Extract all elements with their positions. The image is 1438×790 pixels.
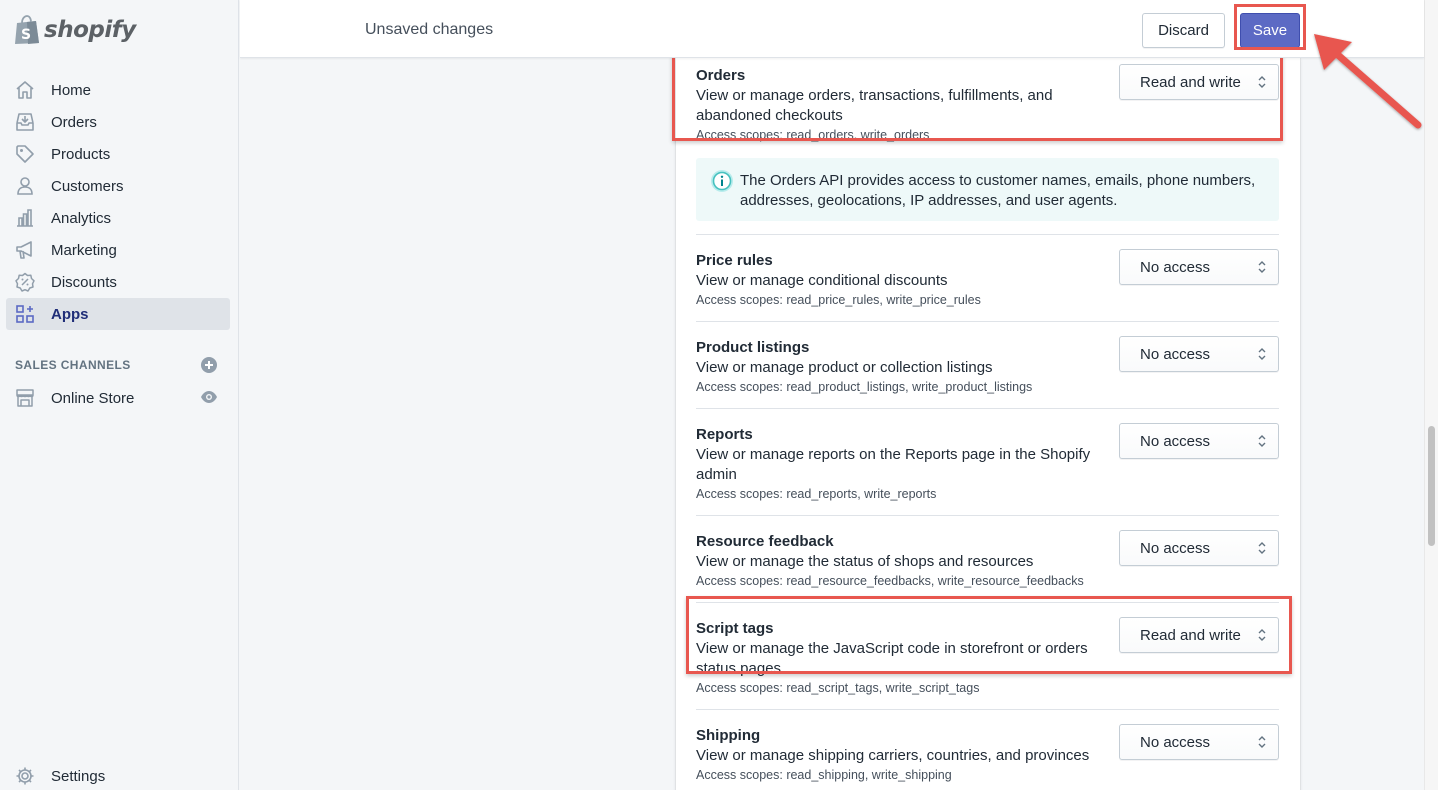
sidebar-item-products[interactable]: Products [6, 138, 230, 170]
sidebar-item-analytics[interactable]: Analytics [6, 202, 230, 234]
shopping-bag-icon: S [15, 15, 39, 44]
permission-row-reports: Reports View or manage reports on the Re… [696, 408, 1279, 503]
sidebar-item-label: Discounts [51, 273, 117, 291]
permission-description: View or manage shipping carriers, countr… [696, 747, 1090, 764]
select-value: No access [1140, 258, 1211, 276]
access-select-resource-feedback[interactable]: No access [1119, 530, 1279, 566]
orders-icon [15, 112, 35, 132]
analytics-icon [15, 208, 35, 228]
sidebar-item-label: Marketing [51, 241, 117, 259]
sidebar-item-settings[interactable]: Settings [6, 760, 230, 790]
sidebar-item-home[interactable]: Home [6, 74, 230, 106]
permission-row-price-rules: Price rules View or manage conditional d… [696, 234, 1279, 309]
sidebar-item-marketing[interactable]: Marketing [6, 234, 230, 266]
permission-description: View or manage conditional discounts [696, 272, 948, 289]
access-select-price-rules[interactable]: No access [1119, 249, 1279, 285]
sidebar-item-orders[interactable]: Orders [6, 106, 230, 138]
info-banner-text: The Orders API provides access to custom… [740, 172, 1256, 209]
sidebar-item-label: Settings [51, 767, 106, 785]
save-highlight-box [1234, 4, 1306, 50]
select-value: Read and write [1140, 626, 1241, 644]
permission-scopes: Access scopes: read_orders, write_orders [696, 128, 930, 142]
select-value: No access [1140, 345, 1211, 363]
access-select-reports[interactable]: No access [1119, 423, 1279, 459]
eye-icon[interactable] [200, 390, 218, 404]
apps-icon [15, 304, 35, 324]
discard-button[interactable]: Discard [1142, 13, 1225, 48]
sidebar-item-customers[interactable]: Customers [6, 170, 230, 202]
sidebar-item-label: Products [51, 145, 111, 163]
permission-row-resource-feedback: Resource feedback View or manage the sta… [696, 515, 1279, 590]
sidebar: S shopify Home Orders Products Customers… [0, 0, 239, 790]
permission-row-orders: Orders View or manage orders, transactio… [696, 64, 1279, 144]
permission-scopes: Access scopes: read_price_rules, write_p… [696, 293, 981, 307]
select-chevron-icon [1258, 76, 1266, 88]
scrollbar-thumb[interactable] [1428, 426, 1435, 546]
select-chevron-icon [1258, 348, 1266, 360]
select-value: No access [1140, 432, 1211, 450]
sidebar-item-label: Apps [51, 305, 89, 323]
main-nav: Home Orders Products Customers Analytics [6, 74, 230, 330]
store-icon [15, 388, 35, 408]
access-select-shipping[interactable]: No access [1119, 724, 1279, 760]
sales-channels-header: SALES CHANNELS [15, 356, 218, 374]
permission-description: View or manage reports on the Reports pa… [696, 446, 1091, 483]
annotation-arrow [1314, 34, 1422, 129]
info-icon [711, 170, 733, 192]
shopify-logo[interactable]: S shopify [14, 14, 136, 46]
select-chevron-icon [1258, 736, 1266, 748]
sales-channels-title: SALES CHANNELS [15, 358, 131, 372]
permission-description: View or manage orders, transactions, ful… [696, 87, 1053, 124]
permission-row-script-tags: Script tags View or manage the JavaScrip… [696, 602, 1279, 697]
select-chevron-icon [1258, 542, 1266, 554]
select-value: Read and write [1140, 73, 1241, 91]
permission-row-product-listings: Product listings View or manage product … [696, 321, 1279, 396]
gear-icon [15, 766, 35, 786]
person-icon [15, 176, 35, 196]
permission-description: View or manage the status of shops and r… [696, 553, 1034, 570]
select-value: No access [1140, 539, 1211, 557]
settings-nav: Settings [6, 760, 230, 790]
permission-scopes: Access scopes: read_reports, write_repor… [696, 487, 937, 501]
access-select-script-tags[interactable]: Read and write [1119, 617, 1279, 653]
orders-api-info-banner: The Orders API provides access to custom… [696, 158, 1279, 221]
access-select-product-listings[interactable]: No access [1119, 336, 1279, 372]
sidebar-item-label: Analytics [51, 209, 112, 227]
permission-scopes: Access scopes: read_script_tags, write_s… [696, 681, 980, 695]
sidebar-item-apps[interactable]: Apps [6, 298, 230, 330]
sales-channel-list: Online Store [6, 382, 230, 414]
contextual-save-bar: Unsaved changes Discard Save [240, 0, 1424, 58]
select-chevron-icon [1258, 261, 1266, 273]
sidebar-item-discounts[interactable]: Discounts [6, 266, 230, 298]
permission-description: View or manage the JavaScript code in st… [696, 640, 1088, 677]
discount-icon [15, 272, 35, 292]
sidebar-item-online-store[interactable]: Online Store [6, 382, 230, 414]
permission-scopes: Access scopes: read_product_listings, wr… [696, 380, 1033, 394]
select-chevron-icon [1258, 435, 1266, 447]
svg-text:S: S [21, 27, 31, 43]
sidebar-item-label: Orders [51, 113, 97, 131]
permission-row-shipping: Shipping View or manage shipping carrier… [696, 709, 1279, 784]
add-channel-icon[interactable] [200, 356, 218, 374]
access-select-orders[interactable]: Read and write [1119, 64, 1279, 100]
select-chevron-icon [1258, 629, 1266, 641]
sidebar-item-label: Online Store [51, 389, 135, 407]
sidebar-item-label: Customers [51, 177, 124, 195]
permission-scopes: Access scopes: read_shipping, write_ship… [696, 768, 952, 782]
app-permissions-card: Orders View or manage orders, transactio… [676, 58, 1300, 790]
permission-scopes: Access scopes: read_resource_feedbacks, … [696, 574, 1084, 588]
home-icon [15, 80, 35, 100]
sidebar-item-label: Home [51, 81, 92, 99]
select-value: No access [1140, 733, 1211, 751]
tag-icon [15, 144, 35, 164]
unsaved-changes-label: Unsaved changes [365, 21, 494, 38]
permission-description: View or manage product or collection lis… [696, 359, 993, 376]
brand-name: shopify [44, 17, 136, 43]
megaphone-icon [15, 240, 35, 260]
